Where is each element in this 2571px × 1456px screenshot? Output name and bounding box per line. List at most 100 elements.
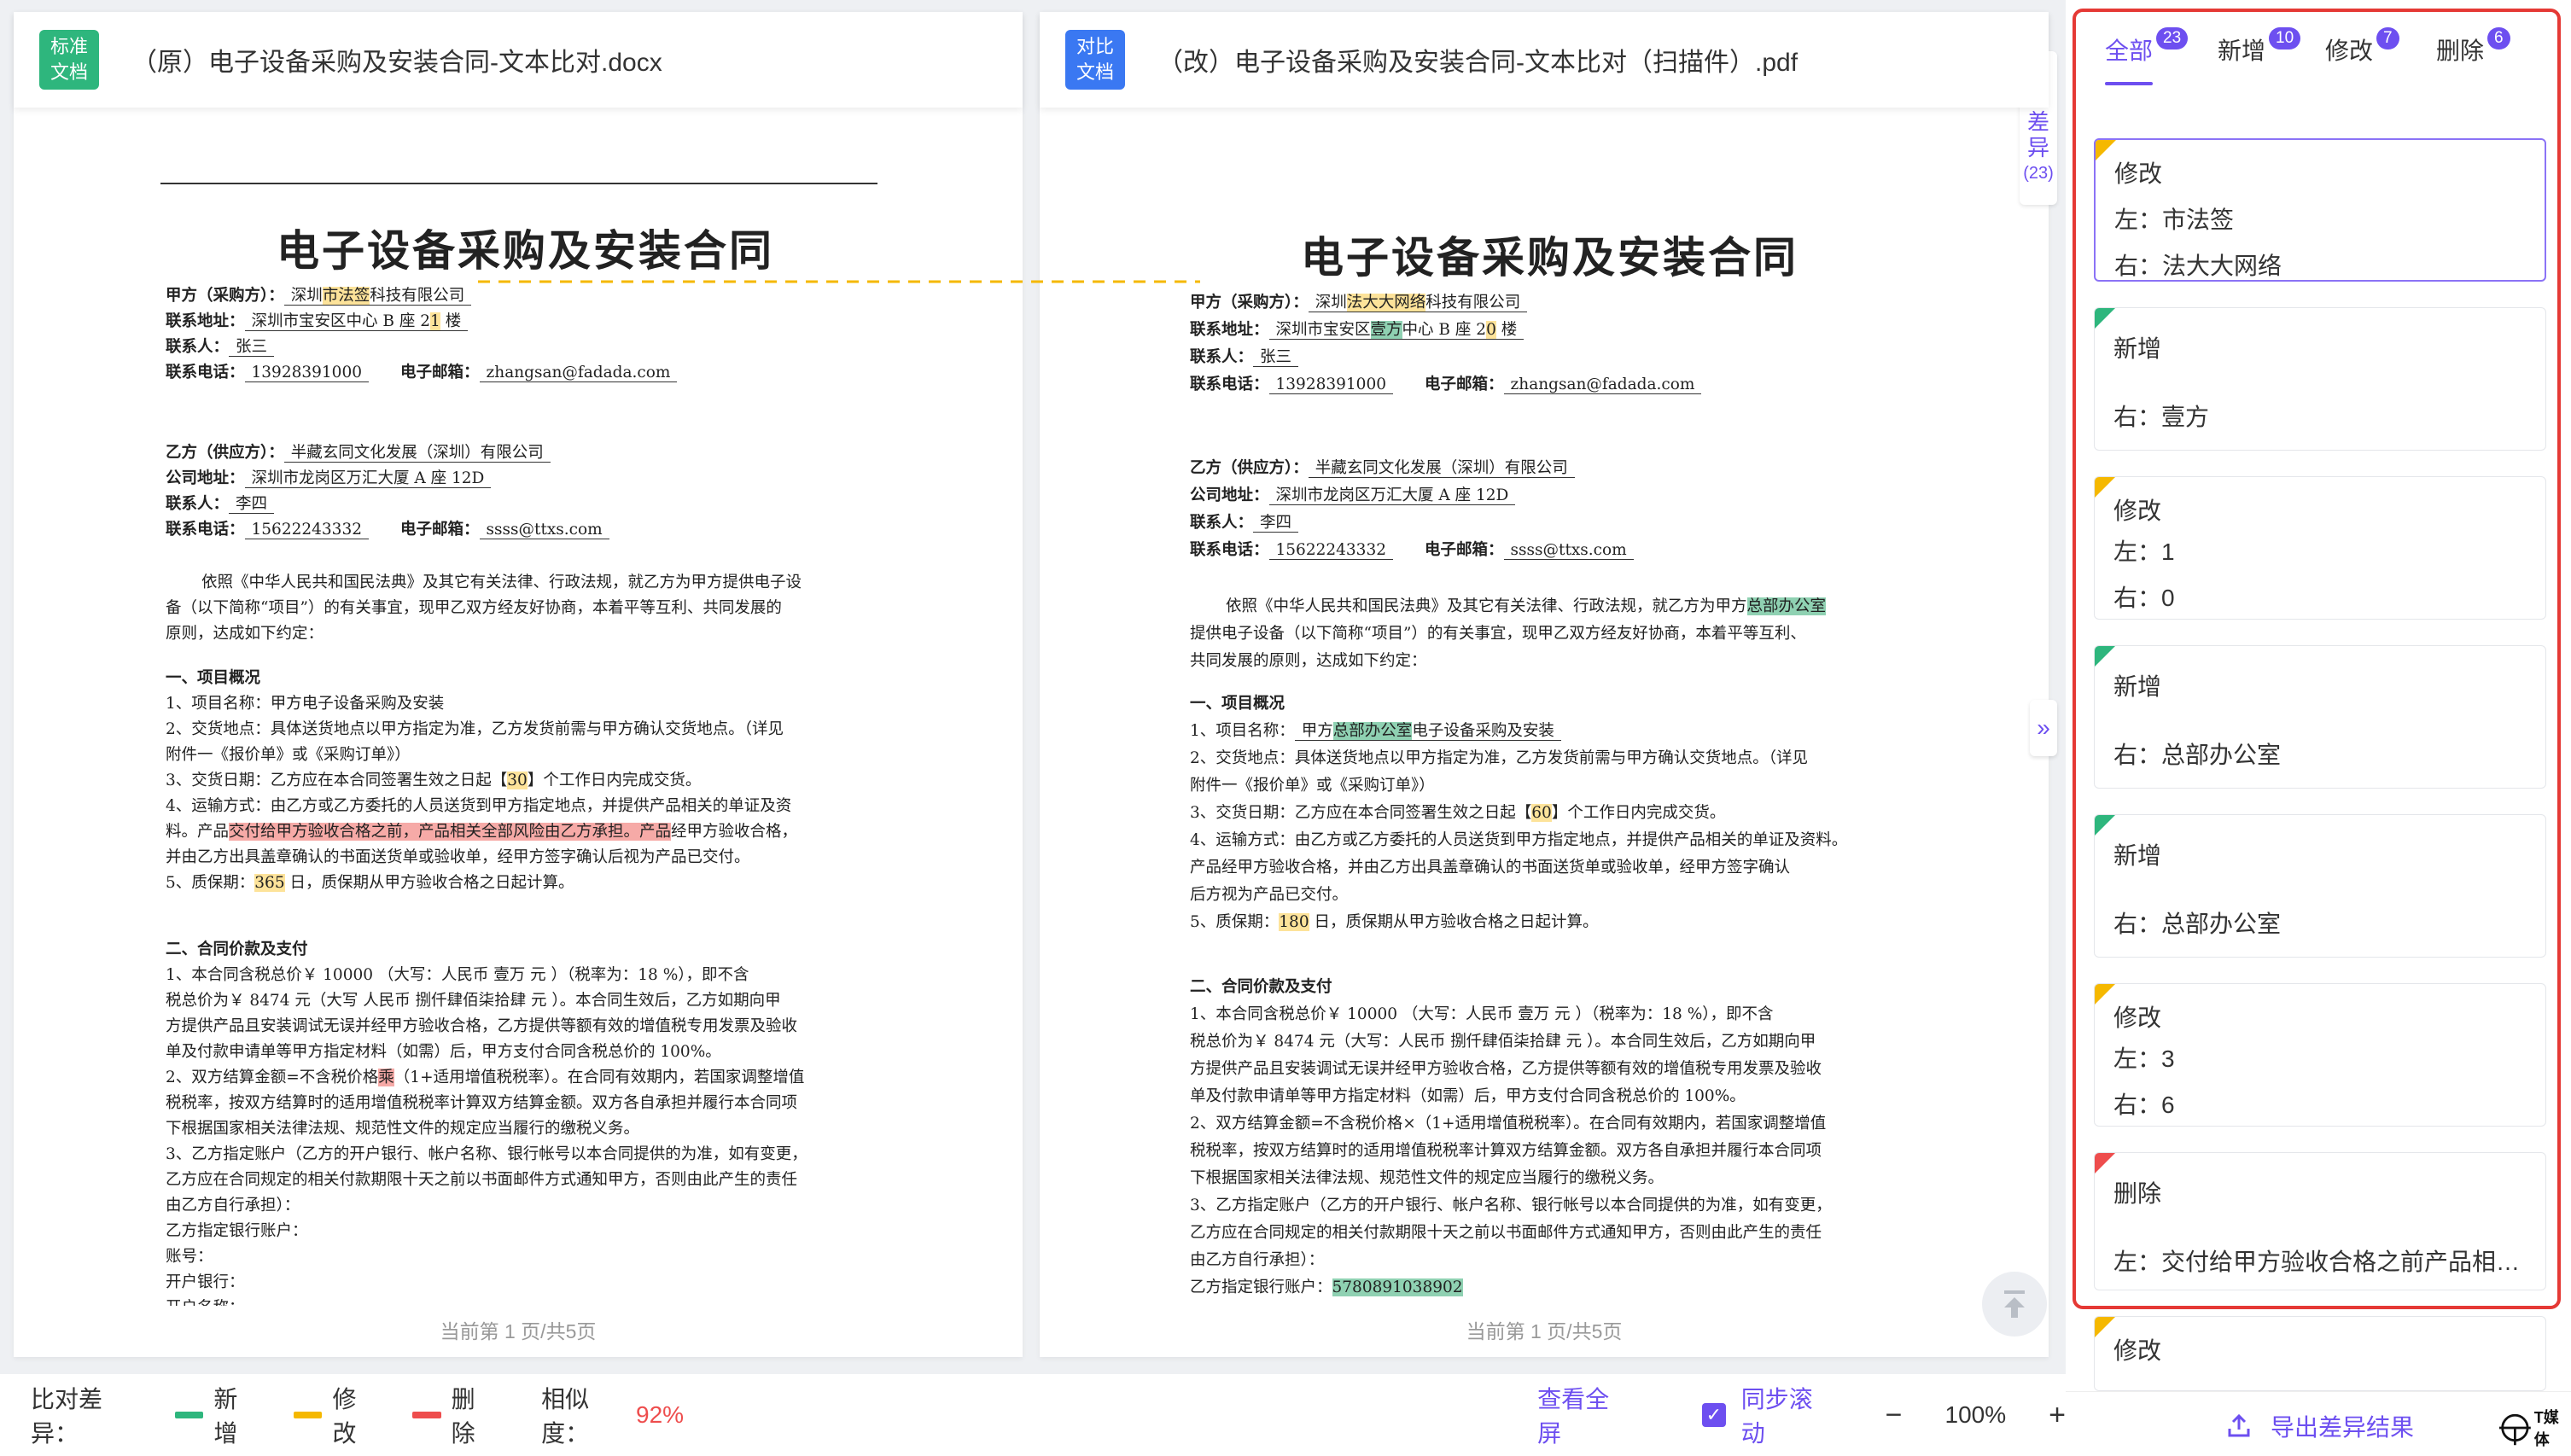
diff-type: 删除 [2113,1175,2161,1209]
sync-scroll-checkbox[interactable]: ✓ [1702,1403,1726,1427]
diff-right-text: 右：壹方 [2113,399,2209,433]
zoom-in-button[interactable]: + [2049,1399,2066,1432]
doc-line: 账号： [166,1244,213,1267]
tab-modified[interactable]: 修改 7 [2325,32,2373,67]
diff-left-text: 左：市法签 [2114,201,2234,236]
right-doc-title: （改）电子设备采购及安装合同-文本比对（扫描件）.pdf [1157,41,1798,79]
doc-line: 2、双方结算金额=不含税价格乘（1+适用增值税税率）。在合同有效期内，若国家调整… [166,1065,804,1087]
diff-type: 新增 [2113,330,2161,364]
standard-doc-badge: 标准 文档 [39,30,99,90]
right-document-pane: 对比 文档 （改）电子设备采购及安装合同-文本比对（扫描件）.pdf 电子设备采… [1040,12,2049,1357]
doc-line: 方提供产品且安装调试无误并经甲方验收合格，乙方提供等额有效的增值税专用发票及验收 [166,1014,797,1036]
doc-line: 1、本合同含税总价￥ 10000 （大写：人民币 壹万 元 ）（税率为：18 %… [166,963,749,985]
doc-line: 乙方应在合同规定的相关付款期限十天之前以书面邮件方式通知甲方，否则由此产生的责任 [166,1168,797,1190]
doc-line: 5、质保期：180 日，质保期从甲方验收合格之日起计算。 [1190,910,1598,932]
doc-line: 2、交货地点：具体送货地点以甲方指定为准，乙方发货前需与甲方确认交货地点。（详见 [166,717,784,739]
count-badge: 23 [2156,27,2188,50]
doc-line: 税税率，按双方结算时的适用增值税税率计算双方结算金额。双方各自承担并履行本合同项 [166,1091,797,1113]
diff-card[interactable]: 修改 左：1 右：0 [2094,476,2546,620]
right-doc-page[interactable]: 电子设备采购及安装合同 甲方（采购方）：深圳法大大网络科技有限公司 联系地址：深… [1040,108,2049,1306]
doc-line: 联系电话：15622243332 电子邮箱：ssss@ttxs.com [166,517,609,539]
sidebar-footer: 导出差异结果 T媒体 [2066,1391,2571,1456]
diff-card[interactable]: 新增 右：壹方 [2094,307,2546,451]
export-diff-button[interactable]: 导出差异结果 [2226,1409,2414,1443]
modify-marker [2095,984,2115,1005]
doc-line: 开户银行： [166,1270,245,1292]
diff-card[interactable]: 修改 左：市法签 右：法大大网络 [2094,138,2546,282]
diff-card[interactable]: 修改 [2094,1316,2546,1391]
section-heading: 一、项目概况 [166,669,260,687]
doc-line: 附件一《报价单》或《采购订单》） [166,743,411,765]
active-tab-indicator [2105,82,2153,85]
badge-line-1: 对比 [1076,34,1114,60]
back-to-top-button[interactable] [1982,1272,2047,1337]
doc-line: 单及付款申请单等甲方指定材料（如需）后，甲方支付合同含税总价的 100%。 [1190,1084,1746,1106]
tab-deleted[interactable]: 删除 6 [2436,32,2484,67]
export-icon [2226,1413,2252,1439]
badge-line-2: 文档 [50,60,88,85]
view-diff-count: (23) [2020,160,2057,186]
doc-line: 备（以下简称“项目”）的有关事宜，现甲乙双方经友好协商，本着平等互利、共同发展的 [166,596,782,618]
badge-line-1: 标准 [50,34,88,60]
similarity-label: 相似度： [541,1381,636,1449]
doc-line: 联系电话：13928391000 电子邮箱：zhangsan@fadada.co… [1190,372,1701,394]
count-badge: 10 [2269,27,2300,50]
diff-right-text: 右：法大大网络 [2114,248,2282,282]
modify-marker [2095,477,2115,498]
doc-line: 原则，达成如下约定： [166,621,324,644]
modify-marker [2095,1317,2115,1337]
diff-card[interactable]: 删除 左：交付给甲方验收合格之前产品相关全部风险由乙方承担。产品 [2094,1152,2546,1290]
doc-line: 一、项目概况 [1190,691,1285,713]
diff-right-text: 右：0 [2113,579,2175,614]
diff-card[interactable]: 新增 右：总部办公室 [2094,814,2546,958]
doc-line: 料。产品交付给甲方验收合格之前，产品相关全部风险由乙方承担。产品经甲方验收合格， [166,819,797,842]
doc-line: 联系人：李四 [1190,510,1298,533]
doc-line: 甲方（采购方）：深圳法大大网络科技有限公司 [1190,290,1527,312]
doc-line: 2、交货地点：具体送货地点以甲方指定为准，乙方发货前需与甲方确认交货地点。（详见 [1190,746,1808,768]
doc-line: 公司地址：深圳市龙岗区万汇大厦 A 座 12D [1190,483,1515,505]
sync-scroll-label[interactable]: 同步滚动 [1741,1381,1836,1449]
tab-all[interactable]: 全部 23 [2105,32,2153,67]
add-marker [2095,815,2115,836]
diff-type: 新增 [2113,668,2161,702]
similarity-value: 92% [636,1401,684,1429]
left-doc-title: （原）电子设备采购及安装合同-文本比对.docx [131,41,662,79]
delete-swatch [412,1412,441,1418]
left-doc-page[interactable]: 电子设备采购及安装合同 甲方（采购方）：深圳市法签科技有限公司 联系地址：深圳市… [14,108,1023,1306]
diff-left-text: 左：1 [2113,533,2175,568]
diff-left-text: 左：3 [2113,1040,2175,1075]
zoom-out-button[interactable]: − [1886,1399,1903,1432]
badge-line-2: 文档 [1076,60,1114,85]
legend-add: 新增 [213,1381,260,1449]
legend-delete: 删除 [452,1381,498,1449]
doc-line: 二、合同价款及支付 [1190,975,1332,997]
diff-type: 修改 [2113,999,2161,1034]
doc-line: 依照《中华人民共和国民法典》及其它有关法律、行政法规，就乙方为甲方总部办公室 [1226,594,1826,616]
doc-line: 产品经甲方验收合格，并由乙方出具盖章确认的书面送货单或验收单，经甲方签字确认 [1190,855,1790,877]
tab-label: 修改 [2325,38,2373,64]
doc-line: 依照《中华人民共和国民法典》及其它有关法律、行政法规，就乙方为甲方提供电子设 [201,570,802,592]
doc-line: 甲方（采购方）：深圳市法签科技有限公司 [166,283,471,306]
section-heading: 一、项目概况 [1190,695,1285,713]
doc-line: 一、项目概况 [166,666,260,688]
doc-line: 联系电话：15622243332 电子邮箱：ssss@ttxs.com [1190,538,1634,560]
right-doc-header: 对比 文档 （改）电子设备采购及安装合同-文本比对（扫描件）.pdf [1040,12,2049,108]
diff-card[interactable]: 新增 右：总部办公室 [2094,645,2546,789]
doc-line: 乙方（供应方）：半藏玄同文化发展（深圳）有限公司 [166,440,551,463]
doc-line: 下根据国家相关法律法规、规范性文件的规定应当履行的缴税义务。 [166,1116,639,1139]
count-badge: 7 [2376,27,2399,50]
diff-card[interactable]: 修改 左：3 右：6 [2094,983,2546,1127]
doc-line: 5、质保期：365 日，质保期从甲方验收合格之日起计算。 [166,871,574,893]
collapse-panel-button[interactable]: » [2030,700,2057,756]
doc-line: 公司地址：深圳市龙岗区万汇大厦 A 座 12D [166,466,491,488]
doc-line: 方提供产品且安装调试无误并经甲方验收合格，乙方提供等额有效的增值税专用发票及验收 [1190,1057,1822,1079]
doc-line: 开户名称： [166,1296,245,1306]
tab-added[interactable]: 新增 10 [2218,32,2265,67]
doc-line: 税税率，按双方结算时的适用增值税税率计算双方结算金额。双方各自承担并履行本合同项 [1190,1139,1822,1161]
legend-modify: 修改 [332,1381,379,1449]
fullscreen-button[interactable]: 查看全屏 [1537,1381,1632,1449]
diff-right-text: 右：总部办公室 [2113,737,2281,771]
modify-swatch [294,1412,323,1418]
watermark-text: T媒体 [2534,1406,2571,1450]
doc-line: 联系人：张三 [166,335,274,357]
